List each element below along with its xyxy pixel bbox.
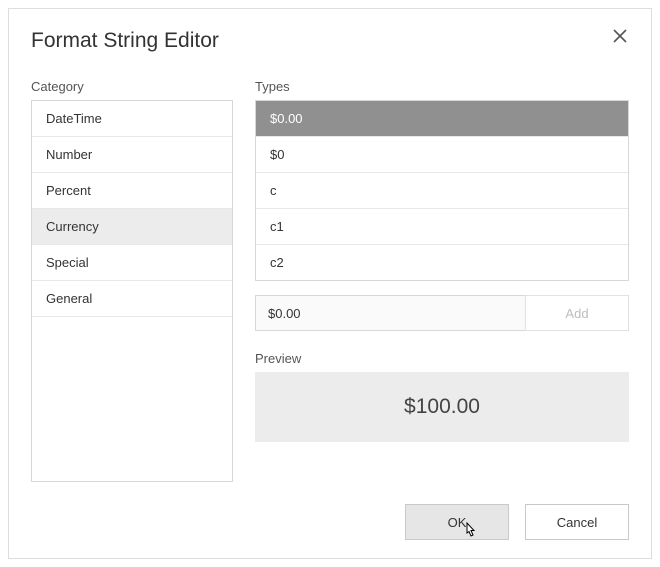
dialog-footer: OK Cancel — [31, 504, 629, 540]
category-label: Category — [31, 79, 233, 94]
format-string-editor-dialog: Format String Editor Category DateTime N… — [8, 8, 652, 559]
format-string-input[interactable] — [255, 295, 525, 331]
category-item-special[interactable]: Special — [32, 245, 232, 281]
preview-value: $100.00 — [404, 395, 480, 419]
category-column: Category DateTime Number Percent Currenc… — [31, 79, 233, 482]
dialog-body: Category DateTime Number Percent Currenc… — [31, 79, 629, 482]
category-item-datetime[interactable]: DateTime — [32, 101, 232, 137]
add-button[interactable]: Add — [525, 295, 629, 331]
types-list: $0.00 $0 c c1 c2 — [255, 100, 629, 281]
ok-button[interactable]: OK — [405, 504, 509, 540]
type-item[interactable]: c2 — [256, 245, 628, 280]
types-label: Types — [255, 79, 629, 94]
category-item-percent[interactable]: Percent — [32, 173, 232, 209]
close-icon[interactable] — [611, 27, 629, 48]
category-item-number[interactable]: Number — [32, 137, 232, 173]
category-item-general[interactable]: General — [32, 281, 232, 317]
type-item[interactable]: $0.00 — [256, 101, 628, 137]
preview-label: Preview — [255, 351, 629, 366]
category-item-currency[interactable]: Currency — [32, 209, 232, 245]
type-item[interactable]: $0 — [256, 137, 628, 173]
type-item[interactable]: c1 — [256, 209, 628, 245]
preview-box: $100.00 — [255, 372, 629, 442]
dialog-header: Format String Editor — [31, 29, 629, 53]
type-item[interactable]: c — [256, 173, 628, 209]
cancel-button[interactable]: Cancel — [525, 504, 629, 540]
types-column: Types $0.00 $0 c c1 c2 Add Preview $100.… — [255, 79, 629, 482]
add-row: Add — [255, 295, 629, 331]
dialog-title: Format String Editor — [31, 29, 219, 53]
ok-button-label: OK — [448, 515, 467, 530]
category-list: DateTime Number Percent Currency Special… — [31, 100, 233, 482]
